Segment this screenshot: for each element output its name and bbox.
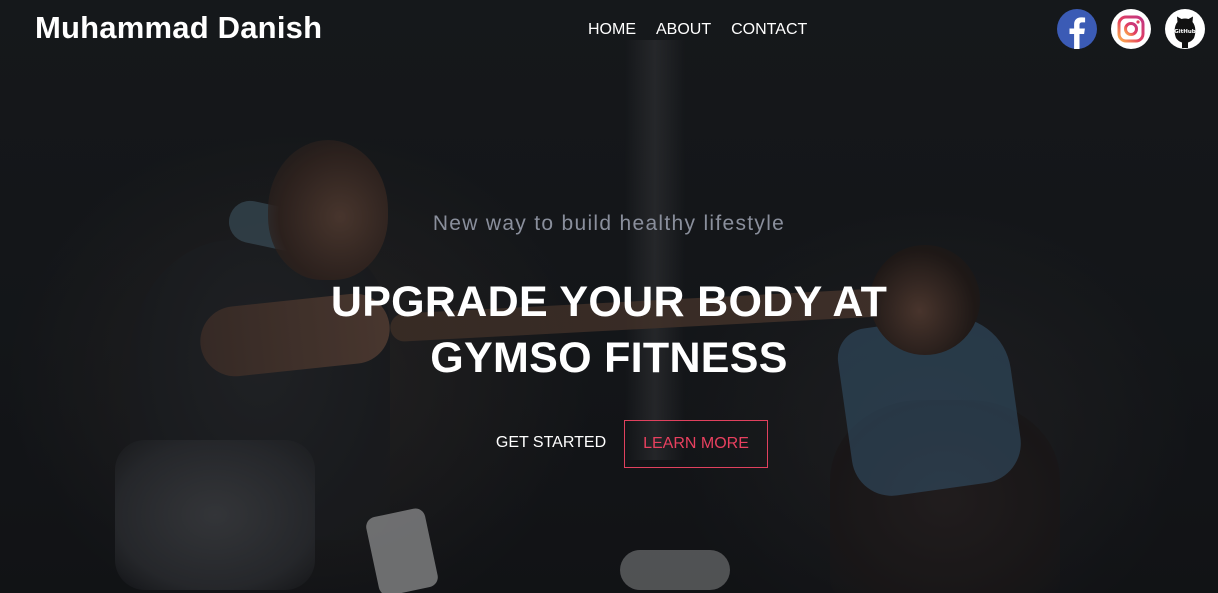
nav-about[interactable]: ABOUT — [656, 20, 711, 40]
hero-subtitle: New way to build healthy lifestyle — [432, 212, 786, 235]
site-header: Muhammad Danish HOME ABOUT CONTACT GitHu… — [0, 0, 1218, 60]
instagram-icon — [1117, 15, 1145, 43]
instagram-link[interactable] — [1111, 9, 1151, 49]
hero-title-line-1: UPGRADE YOUR BODY AT — [330, 278, 888, 326]
social-links: GitHub — [1057, 9, 1205, 49]
facebook-icon — [1069, 17, 1086, 49]
github-link[interactable]: GitHub — [1165, 9, 1205, 49]
nav-home[interactable]: HOME — [588, 20, 636, 40]
nav-contact[interactable]: CONTACT — [731, 20, 807, 40]
learn-more-button[interactable]: LEARN MORE — [624, 420, 768, 468]
github-wordmark: GitHub — [1174, 29, 1196, 35]
hero-title: UPGRADE YOUR BODY AT GYMSO FITNESS — [0, 274, 1218, 386]
hero-title-line-2: GYMSO FITNESS — [430, 334, 788, 382]
brand-name[interactable]: Muhammad Danish — [35, 10, 322, 46]
hero-section: Muhammad Danish HOME ABOUT CONTACT GitHu… — [0, 0, 1218, 593]
get-started-button[interactable]: GET STARTED — [478, 420, 624, 466]
hero-content: New way to build healthy lifestyle UPGRA… — [0, 0, 1218, 593]
facebook-link[interactable] — [1057, 9, 1097, 49]
main-nav: HOME ABOUT CONTACT — [588, 20, 807, 40]
github-icon: GitHub — [1174, 16, 1196, 48]
